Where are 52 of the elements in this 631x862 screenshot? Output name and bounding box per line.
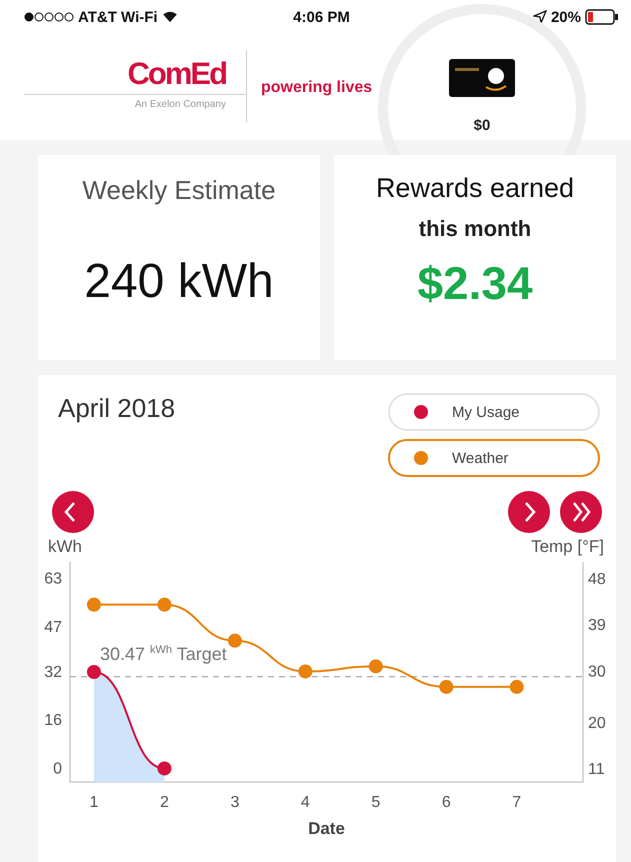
axis-tick-label: 48 [588,570,606,588]
data-point [157,761,172,776]
next-button[interactable] [508,491,550,533]
axis-tick-label: 30 [588,663,606,680]
location-arrow-icon [532,10,547,24]
axis-tick-label: 4 [300,794,310,811]
legend-toggle[interactable]: Weather [388,439,600,477]
tagline: powering lives [261,79,372,97]
data-point [368,659,383,674]
axis-tick-label: 0 [53,760,62,778]
axis-tick-label: 47 [44,618,62,636]
axis-tick-label: 20 [588,714,606,732]
legend-toggle[interactable]: My Usage [388,393,600,431]
target-label: 30.47 $^{kWh}$ Target [100,644,227,665]
gift-card-icon [449,59,515,97]
axis-title: kWh [48,537,82,557]
carrier-name: AT&T Wi-Fi [78,8,158,26]
card-title: Weekly Estimate [82,175,276,206]
month-title: April 2018 [58,393,176,425]
clock-time: 4:06 PM [293,8,350,26]
axis-tick-label: 7 [512,794,522,811]
battery-icon [585,9,619,25]
wifi-icon [162,11,178,23]
data-point [228,634,242,648]
brand-subtitle: An Exelon Company [134,99,227,110]
battery-percent: 20% [550,8,581,26]
axis-tick-label: 5 [371,794,380,811]
data-point [510,680,524,694]
axis-tick-label: 2 [160,794,169,811]
data-point [298,664,312,678]
data-point [86,665,101,679]
axis-tick-label: 6 [442,794,451,811]
usage-estimate: 240 kWh [84,254,274,309]
last-button[interactable] [560,491,602,533]
axis-title: Temp [°F] [531,537,604,557]
axis-tick-label: 32 [44,664,62,681]
axis-tick-label: 3 [230,794,240,811]
axis-tick-label: 16 [44,712,62,730]
signal-icon [24,12,74,22]
axis-tick-label: 39 [588,617,606,634]
data-point [157,598,172,612]
axis-tick-label: 63 [44,570,62,588]
rewards-amount: $2.34 [417,256,533,310]
axis-title: Date [308,819,345,838]
card-title: Rewards earned [376,173,574,204]
data-point [439,680,454,694]
axis-tick-label: 11 [588,761,605,778]
previous-button[interactable] [52,491,94,533]
card-subtitle: this month [418,216,532,242]
data-point [86,598,101,612]
axis-tick-label: 1 [90,794,98,811]
reward-amount: $0 [474,117,490,134]
